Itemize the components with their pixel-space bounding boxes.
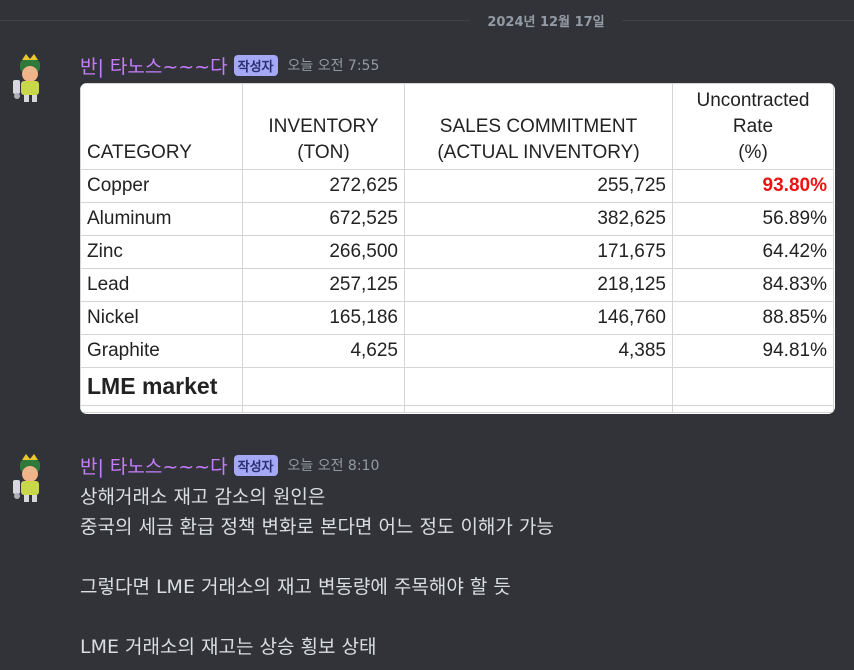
cell-empty bbox=[404, 405, 673, 413]
cell-sales: 218,125 bbox=[404, 268, 673, 302]
table-row: Zinc 266,500 171,675 64.42% bbox=[80, 235, 834, 269]
table-header-row: CATEGORY INVENTORY (TON) SALES COMMITMENT… bbox=[80, 83, 834, 170]
avatar-figure-icon bbox=[13, 454, 40, 502]
header-inventory: INVENTORY (TON) bbox=[242, 83, 405, 170]
header-rate: Uncontracted Rate (%) bbox=[672, 83, 834, 170]
cell-inventory: 165,186 bbox=[242, 301, 405, 335]
cell-inventory: 672,525 bbox=[242, 202, 405, 236]
divider-line-right bbox=[622, 20, 854, 21]
cell-sales: 146,760 bbox=[404, 301, 673, 335]
cell-empty bbox=[80, 405, 243, 413]
cell-inventory: 272,625 bbox=[242, 169, 405, 203]
cell-empty bbox=[242, 367, 405, 406]
cell-category: Zinc bbox=[80, 235, 243, 269]
cell-rate: 88.85% bbox=[672, 301, 834, 335]
cell-category: Copper bbox=[80, 169, 243, 203]
avatar[interactable] bbox=[8, 54, 52, 104]
avatar-figure-icon bbox=[13, 54, 40, 102]
table-row: Aluminum 672,525 382,625 56.89% bbox=[80, 202, 834, 236]
timestamp[interactable]: 오늘 오전 7:55 bbox=[288, 55, 380, 75]
message-text-line: 상해거래소 재고 감소의 원인은 bbox=[80, 486, 326, 508]
lme-market-label: LME market bbox=[80, 367, 243, 406]
table-row: Lead 257,125 218,125 84.83% bbox=[80, 268, 834, 302]
table-footer-row: LME market bbox=[80, 367, 834, 406]
cell-category: Nickel bbox=[80, 301, 243, 335]
message-text-line: 그렇다면 LME 거래소의 재고 변동량에 주목해야 할 듯 bbox=[80, 576, 511, 598]
cell-inventory: 4,625 bbox=[242, 334, 405, 368]
cell-category: Graphite bbox=[80, 334, 243, 368]
cell-empty bbox=[404, 367, 673, 406]
cell-category: Lead bbox=[80, 268, 243, 302]
cell-sales: 4,385 bbox=[404, 334, 673, 368]
divider-line-left bbox=[0, 20, 470, 21]
message-header: 반| 타노스~~~다 작성자 오늘 오전 7:55 bbox=[80, 52, 379, 78]
table-row: Copper 272,625 255,725 93.80% bbox=[80, 169, 834, 203]
cell-category: Aluminum bbox=[80, 202, 243, 236]
cell-inventory: 266,500 bbox=[242, 235, 405, 269]
author-badge: 작성자 bbox=[233, 54, 278, 76]
cell-rate: 64.42% bbox=[672, 235, 834, 269]
cell-empty bbox=[672, 367, 834, 406]
header-sales: SALES COMMITMENT (ACTUAL INVENTORY) bbox=[404, 83, 673, 170]
table-row: Nickel 165,186 146,760 88.85% bbox=[80, 301, 834, 335]
header-category: CATEGORY bbox=[80, 83, 243, 170]
cell-empty bbox=[242, 405, 405, 413]
timestamp[interactable]: 오늘 오전 8:10 bbox=[288, 455, 380, 475]
username[interactable]: 반| 타노스~~~다 bbox=[80, 52, 228, 79]
cell-sales: 171,675 bbox=[404, 235, 673, 269]
message-text-line: 중국의 세금 환급 정책 변화로 본다면 어느 정도 이해가 가능 bbox=[80, 516, 554, 538]
username[interactable]: 반| 타노스~~~다 bbox=[80, 452, 228, 479]
cell-sales: 382,625 bbox=[404, 202, 673, 236]
author-badge: 작성자 bbox=[233, 454, 278, 476]
cell-rate: 84.83% bbox=[672, 268, 834, 302]
message-text-line: LME 거래소의 재고는 상승 횡보 상태 bbox=[80, 636, 377, 658]
cell-rate: 94.81% bbox=[672, 334, 834, 368]
message-2: 반| 타노스~~~다 작성자 오늘 오전 8:10 상해거래소 재고 감소의 원… bbox=[0, 450, 854, 670]
table-row: Graphite 4,625 4,385 94.81% bbox=[80, 334, 834, 368]
inventory-table: CATEGORY INVENTORY (TON) SALES COMMITMENT… bbox=[80, 83, 834, 413]
avatar[interactable] bbox=[8, 454, 52, 504]
table-image[interactable]: CATEGORY INVENTORY (TON) SALES COMMITMENT… bbox=[80, 83, 835, 414]
table-spacer-row bbox=[80, 405, 834, 413]
cell-rate-highlight: 93.80% bbox=[672, 169, 834, 203]
cell-rate: 56.89% bbox=[672, 202, 834, 236]
cell-inventory: 257,125 bbox=[242, 268, 405, 302]
message-header: 반| 타노스~~~다 작성자 오늘 오전 8:10 bbox=[80, 452, 379, 478]
cell-empty bbox=[672, 405, 834, 413]
date-divider: 2024년 12월 17일 bbox=[0, 0, 854, 40]
cell-sales: 255,725 bbox=[404, 169, 673, 203]
date-divider-text: 2024년 12월 17일 bbox=[487, 15, 605, 30]
